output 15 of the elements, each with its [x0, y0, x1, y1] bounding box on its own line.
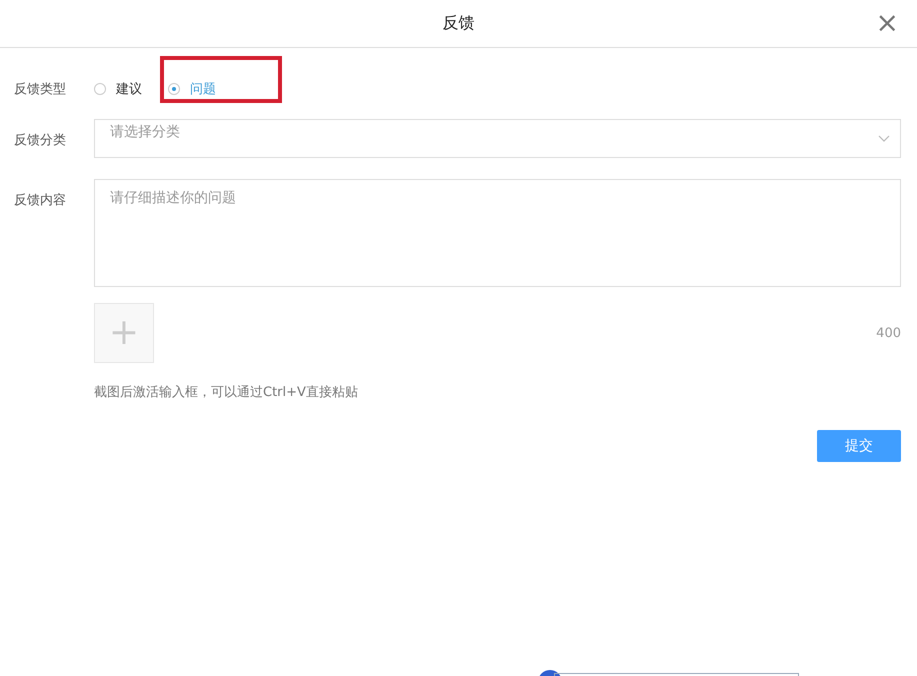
field-label: 反馈内容: [14, 192, 67, 210]
radio-button[interactable]: [94, 83, 106, 95]
category-select[interactable]: 请选择分类: [94, 119, 901, 158]
radio-button[interactable]: [168, 83, 180, 95]
hint-text: 截图后激活输入框，可以通过Ctrl+V直接粘贴: [94, 384, 359, 401]
radio-option[interactable]: 建议: [94, 80, 142, 98]
character-count: 400: [876, 326, 901, 340]
radio-option[interactable]: 问题: [168, 80, 216, 98]
submit-button[interactable]: 提交: [817, 430, 901, 462]
field-label: 反馈类型: [14, 81, 67, 98]
close-button[interactable]: ×: [872, 9, 903, 37]
content-textarea[interactable]: 请仔细描述你的问题: [94, 179, 901, 287]
field-label: 反馈分类: [14, 132, 67, 150]
chevron-down-icon: [878, 135, 890, 142]
dialog-title: 反馈: [442, 13, 474, 34]
